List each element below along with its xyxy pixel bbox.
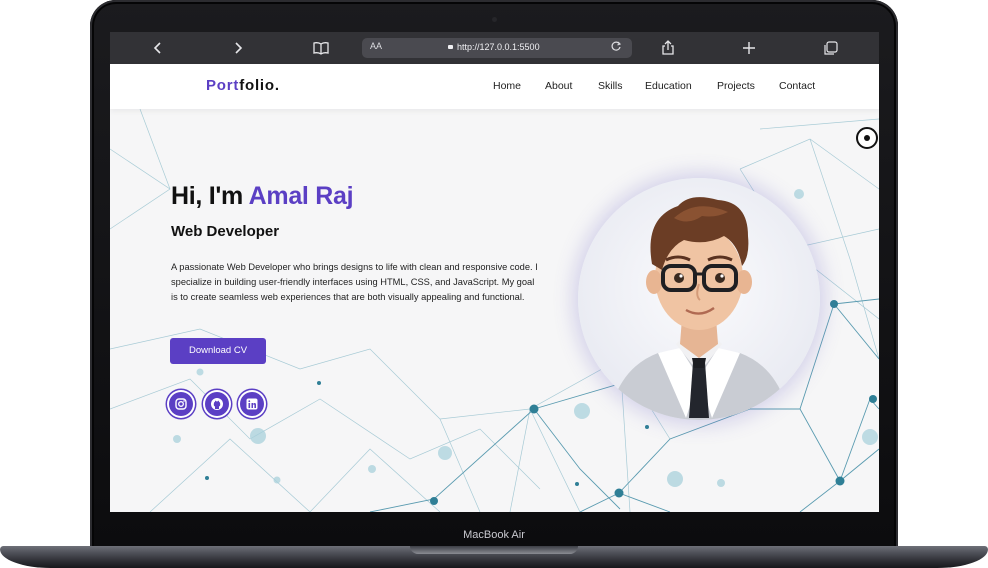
nav-home[interactable]: Home [493,80,521,92]
hero-bio: A passionate Web Developer who brings de… [171,262,538,302]
back-icon[interactable] [149,40,167,56]
logo-accent: Port [206,77,240,94]
download-cv-button[interactable]: Download CV [170,338,266,364]
instagram-icon[interactable] [169,392,193,416]
url-field[interactable]: http://127.0.0.1:5500 [448,42,540,52]
laptop-notch [410,546,578,554]
screen: AA http://127.0.0.1:5500 Portfolio. Home… [110,32,879,512]
lock-icon [448,45,453,49]
tabs-icon[interactable] [822,40,840,56]
nav-contact[interactable]: Contact [779,80,815,92]
reload-icon[interactable] [610,40,622,55]
hero-headline: Hi, I'm Amal Raj [171,182,354,211]
logo-rest: folio. [239,77,280,94]
hero-name: Amal Raj [248,182,354,210]
site-navbar: Portfolio. Home About Skills Education P… [110,64,879,109]
address-bar[interactable]: AA http://127.0.0.1:5500 [362,38,632,58]
nav-projects[interactable]: Projects [717,80,755,92]
url-text: http://127.0.0.1:5500 [457,42,540,52]
github-icon[interactable] [205,392,229,416]
site-logo[interactable]: Portfolio. [206,77,280,94]
new-tab-icon[interactable] [740,40,758,56]
forward-icon[interactable] [229,40,247,56]
camera-icon [492,17,497,22]
hero-greeting: Hi, I'm [171,182,249,210]
nav-education[interactable]: Education [645,80,692,92]
browser-toolbar: AA http://127.0.0.1:5500 [110,32,879,64]
share-icon[interactable] [659,40,677,56]
bookmarks-icon[interactable] [312,40,330,56]
hero-role: Web Developer [171,223,280,240]
avatar [578,178,820,420]
scroll-indicator-icon[interactable] [856,127,878,149]
nav-skills[interactable]: Skills [598,80,623,92]
device-label: MacBook Air [463,529,525,541]
text-size-button[interactable]: AA [370,41,382,51]
linkedin-icon[interactable] [240,392,264,416]
nav-about[interactable]: About [545,80,572,92]
